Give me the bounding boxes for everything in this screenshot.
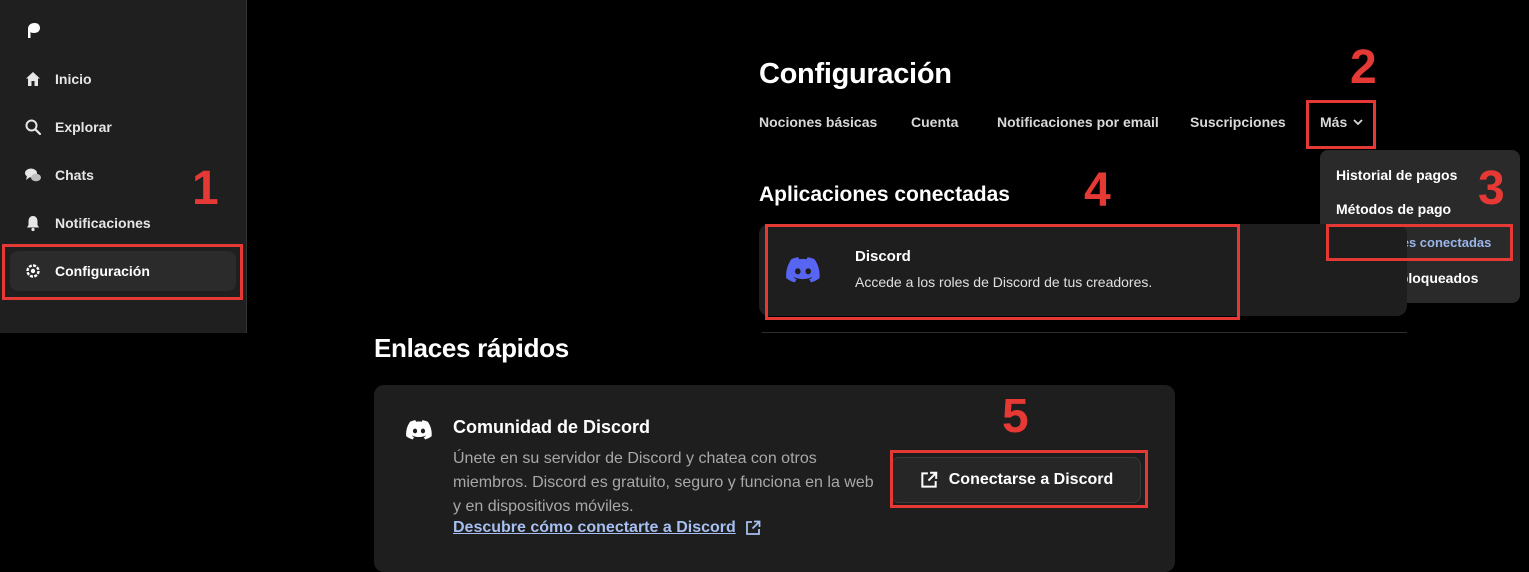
community-description: Únete en su servidor de Discord y chatea… [453, 450, 874, 515]
tab-nociones-basicas[interactable]: Nociones básicas [759, 114, 877, 130]
learn-connect-link[interactable]: Descubre cómo conectarte a Discord [453, 519, 762, 537]
step-number-1: 1 [192, 162, 219, 215]
highlight-box-2 [1306, 100, 1376, 149]
step-number-4: 4 [1084, 164, 1111, 217]
discord-icon [406, 420, 432, 445]
search-icon [23, 117, 43, 137]
tab-suscripciones[interactable]: Suscripciones [1190, 114, 1286, 130]
tab-notificaciones-email[interactable]: Notificaciones por email [997, 114, 1159, 130]
sidebar-item-label: Inicio [55, 71, 92, 87]
highlight-box-5 [890, 450, 1148, 508]
patreon-logo[interactable] [24, 20, 44, 40]
menu-item-metodos-pago[interactable]: Métodos de pago [1336, 201, 1451, 217]
highlight-box-4 [765, 224, 1240, 320]
highlight-box-1 [2, 244, 243, 300]
section-title-aplicaciones: Aplicaciones conectadas [759, 183, 1010, 206]
sidebar-item-explorar[interactable]: Explorar [10, 107, 236, 147]
section-title-enlaces-rapidos: Enlaces rápidos [374, 333, 569, 363]
sidebar-item-label: Chats [55, 167, 94, 183]
link-label: Descubre cómo conectarte a Discord [453, 519, 736, 536]
step-number-2: 2 [1350, 41, 1377, 94]
bell-icon [23, 213, 43, 233]
divider [762, 332, 1407, 333]
page-title: Configuración [759, 58, 952, 90]
sidebar-item-inicio[interactable]: Inicio [10, 59, 236, 99]
external-link-icon [745, 520, 761, 535]
step-number-5: 5 [1002, 390, 1029, 443]
chat-icon [23, 165, 43, 185]
home-icon [23, 69, 43, 89]
step-number-3: 3 [1478, 162, 1505, 215]
sidebar-item-label: Explorar [55, 119, 112, 135]
sidebar-item-label: Notificaciones [55, 215, 151, 231]
community-title: Comunidad de Discord [453, 417, 651, 437]
highlight-box-3 [1326, 224, 1513, 261]
menu-item-historial-pagos[interactable]: Historial de pagos [1336, 167, 1457, 183]
tab-cuenta[interactable]: Cuenta [911, 114, 958, 130]
